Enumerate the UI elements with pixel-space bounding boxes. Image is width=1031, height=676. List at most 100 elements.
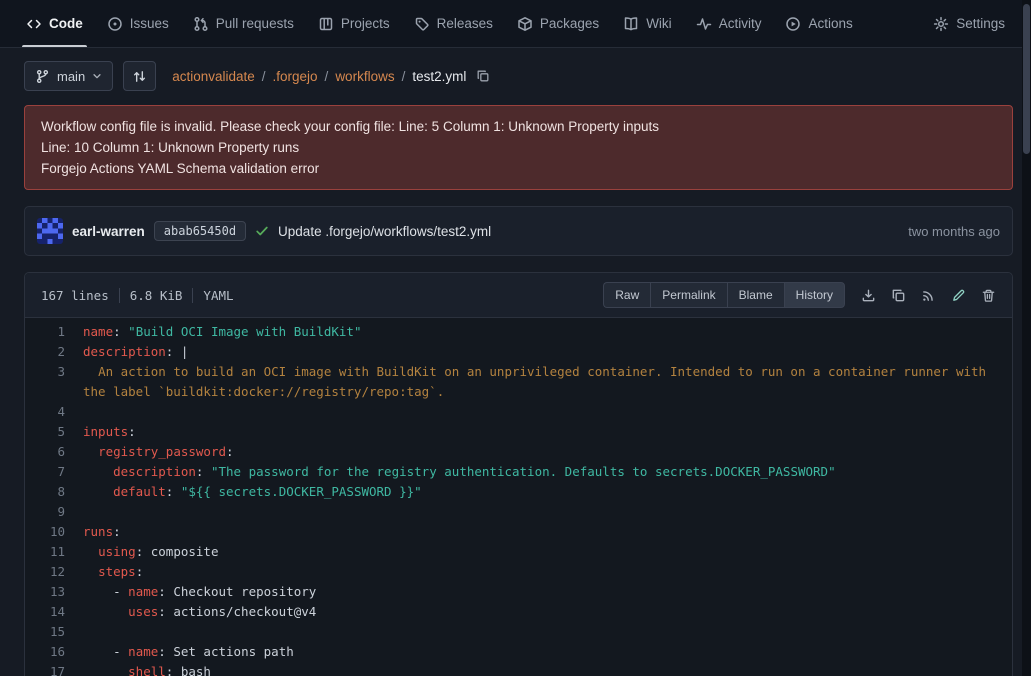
delete-file-button[interactable] xyxy=(981,288,996,303)
code-line-content: uses: actions/checkout@v4 xyxy=(83,602,1012,622)
line-number[interactable]: 5 xyxy=(25,422,83,442)
history-button[interactable]: History xyxy=(784,282,845,308)
tab-label: Pull requests xyxy=(216,16,294,31)
tab-releases[interactable]: Releases xyxy=(404,0,503,47)
code-line: 11 using: composite xyxy=(25,542,1012,562)
tab-label: Releases xyxy=(437,16,493,31)
download-icon xyxy=(861,288,876,303)
projects-icon xyxy=(318,16,334,32)
line-number[interactable]: 17 xyxy=(25,662,83,676)
line-number[interactable]: 16 xyxy=(25,642,83,662)
code-line: 2description: | xyxy=(25,342,1012,362)
tag-icon xyxy=(414,16,430,32)
avatar[interactable] xyxy=(37,218,63,244)
code-line-content: shell: bash xyxy=(83,662,1012,676)
commit-message[interactable]: Update .forgejo/workflows/test2.yml xyxy=(278,224,491,239)
line-number[interactable]: 4 xyxy=(25,402,83,422)
tab-activity[interactable]: Activity xyxy=(686,0,772,47)
file-toolbar: main actionvalidate / .forgejo / workflo… xyxy=(0,48,1031,105)
code-line: 7 description: "The password for the reg… xyxy=(25,462,1012,482)
line-number[interactable]: 1 xyxy=(25,322,83,342)
tab-wiki[interactable]: Wiki xyxy=(613,0,682,47)
line-number[interactable]: 10 xyxy=(25,522,83,542)
line-number[interactable]: 12 xyxy=(25,562,83,582)
code-line: 10runs: xyxy=(25,522,1012,542)
line-number[interactable]: 15 xyxy=(25,622,83,642)
permalink-button[interactable]: Permalink xyxy=(650,282,726,308)
code-line: 8 default: "${{ secrets.DOCKER_PASSWORD … xyxy=(25,482,1012,502)
trash-icon xyxy=(981,288,996,303)
code-line-content: - name: Set actions path xyxy=(83,642,1012,662)
commit-time: two months ago xyxy=(908,224,1000,239)
commit-hash-badge[interactable]: abab65450d xyxy=(154,221,246,241)
tab-issues[interactable]: Issues xyxy=(97,0,179,47)
line-number[interactable]: 11 xyxy=(25,542,83,562)
tab-label: Settings xyxy=(956,16,1005,31)
code-line: 1name: "Build OCI Image with BuildKit" xyxy=(25,322,1012,342)
line-number[interactable]: 7 xyxy=(25,462,83,482)
breadcrumb-dir-link[interactable]: workflows xyxy=(335,69,394,84)
code-line: 15 xyxy=(25,622,1012,642)
latest-commit-bar: earl-warren abab65450d Update .forgejo/w… xyxy=(24,206,1013,256)
tab-label: Actions xyxy=(808,16,852,31)
tab-label: Wiki xyxy=(646,16,672,31)
code-line: 3 An action to build an OCI image with B… xyxy=(25,362,1012,402)
page-scrollbar[interactable] xyxy=(1022,0,1031,676)
rss-feed-button[interactable] xyxy=(921,288,936,303)
line-number[interactable]: 8 xyxy=(25,482,83,502)
code-line-content: registry_password: xyxy=(83,442,1012,462)
breadcrumb-dir-link[interactable]: .forgejo xyxy=(273,69,318,84)
line-number[interactable]: 6 xyxy=(25,442,83,462)
commit-status-success-icon[interactable] xyxy=(255,224,269,238)
file-view: 167 lines 6.8 KiB YAML Raw Permalink Bla… xyxy=(24,272,1013,676)
rss-icon xyxy=(921,288,936,303)
line-number[interactable]: 9 xyxy=(25,502,83,522)
code-line: 17 shell: bash xyxy=(25,662,1012,676)
error-line: Workflow config file is invalid. Please … xyxy=(41,116,996,137)
branch-icon xyxy=(35,69,50,84)
tab-label: Activity xyxy=(719,16,762,31)
code-line-content: default: "${{ secrets.DOCKER_PASSWORD }}… xyxy=(83,482,1012,502)
line-number[interactable]: 13 xyxy=(25,582,83,602)
line-number[interactable]: 14 xyxy=(25,602,83,622)
pencil-icon xyxy=(951,288,966,303)
tab-label: Code xyxy=(49,16,83,31)
tab-actions[interactable]: Actions xyxy=(775,0,862,47)
branch-selector[interactable]: main xyxy=(24,61,113,91)
line-number[interactable]: 3 xyxy=(25,362,83,402)
scrollbar-thumb[interactable] xyxy=(1023,4,1030,154)
breadcrumb-current-file: test2.yml xyxy=(412,69,466,84)
code-line-content xyxy=(83,622,1012,642)
file-view-mode-buttons: Raw Permalink Blame History xyxy=(603,282,845,308)
error-line: Line: 10 Column 1: Unknown Property runs xyxy=(41,137,996,158)
copy-content-button[interactable] xyxy=(891,288,906,303)
file-stats: 167 lines 6.8 KiB YAML xyxy=(35,288,234,303)
edit-file-button[interactable] xyxy=(951,288,966,303)
tab-code[interactable]: Code xyxy=(16,0,93,47)
tab-pull-requests[interactable]: Pull requests xyxy=(183,0,304,47)
code-icon xyxy=(26,16,42,32)
workflow-error-banner: Workflow config file is invalid. Please … xyxy=(24,105,1013,190)
line-number[interactable]: 2 xyxy=(25,342,83,362)
compare-branches-button[interactable] xyxy=(123,61,156,91)
copy-path-button[interactable] xyxy=(476,69,490,83)
tab-settings[interactable]: Settings xyxy=(923,0,1015,47)
download-button[interactable] xyxy=(861,288,876,303)
divider xyxy=(119,288,120,303)
commit-author[interactable]: earl-warren xyxy=(72,224,145,239)
raw-button[interactable]: Raw xyxy=(603,282,650,308)
tab-packages[interactable]: Packages xyxy=(507,0,609,47)
breadcrumb: actionvalidate / .forgejo / workflows / … xyxy=(172,69,490,84)
tab-label: Packages xyxy=(540,16,599,31)
code-line-content: steps: xyxy=(83,562,1012,582)
breadcrumb-repo-link[interactable]: actionvalidate xyxy=(172,69,255,84)
breadcrumb-separator: / xyxy=(402,69,406,84)
repo-file-page: Code Issues Pull requests Projects Relea… xyxy=(0,0,1031,676)
breadcrumb-separator: / xyxy=(325,69,329,84)
tab-label: Issues xyxy=(130,16,169,31)
tab-projects[interactable]: Projects xyxy=(308,0,400,47)
chevron-down-icon xyxy=(92,71,102,81)
code-line-content xyxy=(83,402,1012,422)
blame-button[interactable]: Blame xyxy=(727,282,784,308)
compare-icon xyxy=(132,69,147,84)
